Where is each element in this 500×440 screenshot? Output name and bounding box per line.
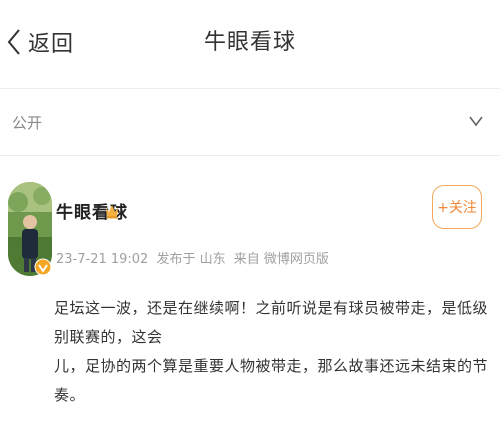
visibility-selector[interactable]: 公开 <box>0 89 500 156</box>
vip-crown-icon <box>106 205 118 219</box>
page-title: 牛眼看球 <box>203 30 296 55</box>
top-nav-bar: 返回 牛眼看球 <box>0 0 500 89</box>
post-location: 发布于 山东 <box>156 252 226 267</box>
post-date: 23-7-21 19:02 <box>56 252 149 267</box>
follow-button[interactable]: +关注 <box>432 185 482 229</box>
verified-badge-icon <box>34 258 52 276</box>
post-body: 足坛这一波，还是在继续啊！之前听说是有球员被带走，是低级别联赛的，这会 儿，足协… <box>54 294 488 410</box>
post-text-line: 儿，足协的两个算是重要人物被带走，那么故事还远未结束的节奏。 <box>54 357 489 404</box>
post-text-line: 足坛这一波，还是在继续啊！之前听说是有球员被带走，是低级别联赛的，这会 <box>54 299 489 346</box>
chevron-down-icon <box>469 116 483 127</box>
post-meta: 23-7-21 19:02 发布于 山东 来自 微博网页版 <box>56 248 333 267</box>
post-source: 来自 微博网页版 <box>233 252 329 267</box>
visibility-label: 公开 <box>12 113 43 132</box>
